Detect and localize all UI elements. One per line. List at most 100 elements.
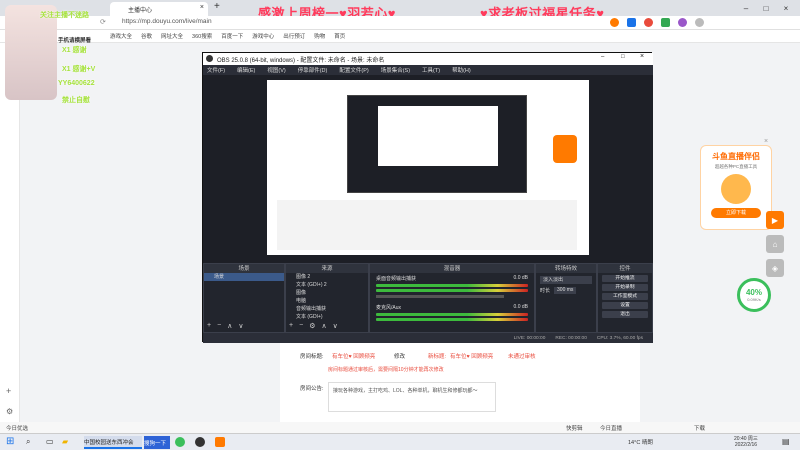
- windows-start-icon[interactable]: ⊞: [6, 436, 14, 447]
- menu-file[interactable]: 文件(F): [207, 66, 225, 74]
- bookmark-item[interactable]: 百度一下: [221, 32, 243, 40]
- bookmark-item[interactable]: 首页: [334, 32, 345, 40]
- menu-edit[interactable]: 编辑(E): [237, 66, 255, 74]
- statusbar-item[interactable]: 今日直播: [600, 424, 622, 432]
- menu-help[interactable]: 帮助(H): [452, 66, 471, 74]
- bookmark-item[interactable]: 购物: [314, 32, 325, 40]
- play-icon[interactable]: ▶: [766, 211, 784, 229]
- gear-icon[interactable]: ⚙: [309, 322, 315, 330]
- bookmark-item[interactable]: 360搜索: [192, 32, 212, 40]
- browser-tab[interactable]: 主播中心 ×: [110, 2, 208, 16]
- duration-label: 时长: [540, 288, 551, 294]
- statusbar-item[interactable]: 快剪辑: [566, 424, 583, 432]
- menu-scene-collection[interactable]: 场景集合(S): [381, 66, 410, 74]
- sources-header: 来源: [286, 264, 368, 273]
- menu-profile[interactable]: 配置文件(P): [339, 66, 368, 74]
- mixer-dock: 混音器 桌面音频输出捕获 0.0 dB 麦克风/Aux 0.0 dB: [369, 263, 535, 333]
- settings-button[interactable]: 设置: [602, 302, 648, 309]
- bookmark-item[interactable]: 谷歌: [141, 32, 152, 40]
- source-item[interactable]: 文本 (GDI+): [286, 313, 368, 321]
- source-item[interactable]: 图像 2: [286, 273, 368, 281]
- exit-button[interactable]: 退出: [602, 311, 648, 318]
- announce-label: 房间公告:: [300, 386, 324, 392]
- extension-icon[interactable]: [627, 18, 636, 27]
- statusbar-left[interactable]: 今日优选: [6, 424, 28, 432]
- down-arrow-icon[interactable]: ∨: [333, 322, 338, 330]
- room-title-label: 房间标题:: [300, 354, 324, 360]
- menu-tools[interactable]: 工具(T): [422, 66, 440, 74]
- task-view-icon[interactable]: ▭: [46, 437, 54, 446]
- up-arrow-icon[interactable]: ∧: [227, 322, 232, 330]
- app-icon[interactable]: [175, 437, 185, 447]
- download-button[interactable]: 立即下载: [711, 208, 761, 218]
- game-icon[interactable]: ◈: [766, 259, 784, 277]
- extension-icon[interactable]: [661, 18, 670, 27]
- extension-icon[interactable]: [644, 18, 653, 27]
- sources-dock: 来源 图像 2 文本 (GDI+) 2 图像 电脑 音频输出捕获 文本 (GDI…: [285, 263, 369, 333]
- statusbar-item[interactable]: 下载: [694, 424, 705, 432]
- transition-select[interactable]: 淡入淡出: [540, 276, 592, 284]
- remove-source-icon[interactable]: −: [299, 322, 303, 330]
- home-icon[interactable]: ⌂: [766, 235, 784, 253]
- folder-icon[interactable]: ▰: [62, 437, 68, 446]
- taskbar-app-label: 中国校园送东西冲会: [84, 439, 134, 446]
- start-recording-button[interactable]: 开始录制: [602, 284, 648, 291]
- bookmark-item[interactable]: 出行预订: [283, 32, 305, 40]
- rank-widget[interactable]: 斗鱼直播伴侣 超越各种PC直播工具 立即下载: [700, 145, 772, 230]
- obs-statusbar: LIVE: 00:00:00 REC: 00:00:00 CPU: 3.7%, …: [203, 333, 653, 343]
- search-icon[interactable]: ⌕: [26, 437, 30, 447]
- settings-icon[interactable]: ⚙: [6, 407, 13, 416]
- weather[interactable]: 14°C 晴朗: [628, 438, 653, 446]
- menu-view[interactable]: 视图(V): [267, 66, 285, 74]
- mixer-channel-db: 0.0 dB: [513, 304, 528, 310]
- notification-icon[interactable]: ▤: [782, 437, 790, 446]
- url-field[interactable]: https://mp.douyu.com/live/main: [122, 18, 212, 25]
- bookmark-item[interactable]: 游戏大全: [110, 32, 132, 40]
- clock-time: 20:40 周三: [734, 436, 758, 442]
- close-icon[interactable]: ×: [640, 53, 644, 60]
- taskbar-app[interactable]: 搜狗一下: [144, 436, 170, 449]
- start-streaming-button[interactable]: 开始推流: [602, 275, 648, 282]
- studio-mode-button[interactable]: 工作室模式: [602, 293, 648, 300]
- taskbar-app[interactable]: 中国校园送东西冲会: [84, 436, 142, 449]
- extension-icon[interactable]: [610, 18, 619, 27]
- obs-icon[interactable]: [195, 437, 205, 447]
- source-item[interactable]: 音频输出捕获: [286, 305, 368, 313]
- bookmark-item[interactable]: 游戏中心: [252, 32, 274, 40]
- mixer-header: 混音器: [370, 264, 534, 273]
- close-window-icon[interactable]: ×: [778, 0, 794, 16]
- nested-obs: [347, 95, 527, 193]
- reload-icon[interactable]: ⟳: [100, 18, 106, 26]
- edit-title-button[interactable]: 修改: [394, 352, 405, 360]
- new-tab-icon[interactable]: +: [214, 1, 220, 12]
- minimize-icon[interactable]: –: [738, 0, 754, 16]
- close-icon[interactable]: ×: [200, 4, 204, 11]
- close-icon[interactable]: ×: [764, 138, 768, 145]
- maximize-icon[interactable]: □: [758, 0, 774, 16]
- extension-icon[interactable]: [678, 18, 687, 27]
- mixer-channel-db: 0.0 dB: [513, 275, 528, 281]
- douyu-icon[interactable]: [215, 437, 225, 447]
- scene-item[interactable]: 场景: [204, 273, 284, 281]
- announce-textarea[interactable]: 接玩各种游戏，主打吃鸡、LOL、各种单机，聊机生和修都玩都～: [328, 382, 496, 412]
- remove-scene-icon[interactable]: −: [217, 322, 221, 330]
- menu-docks[interactable]: 停靠部件(D): [298, 66, 328, 74]
- source-item[interactable]: 文本 (GDI+) 2: [286, 281, 368, 289]
- add-icon[interactable]: +: [6, 386, 11, 396]
- windows-taskbar: ⊞ ⌕ ▭ ▰ 中国校园送东西冲会 搜狗一下 14°C 晴朗 20:40 周三 …: [0, 433, 800, 450]
- add-scene-icon[interactable]: +: [207, 322, 211, 330]
- audio-meter: [376, 313, 528, 316]
- bookmark-item[interactable]: 网址大全: [161, 32, 183, 40]
- maximize-icon[interactable]: □: [621, 54, 625, 60]
- minimize-icon[interactable]: –: [601, 54, 604, 60]
- overlay-text: 手机请横屏看: [58, 38, 92, 44]
- taskbar-app-label: 搜狗一下: [144, 440, 167, 447]
- source-item[interactable]: 图像: [286, 289, 368, 297]
- down-arrow-icon[interactable]: ∨: [238, 322, 243, 330]
- duration-field[interactable]: 300 ms: [554, 287, 577, 294]
- up-arrow-icon[interactable]: ∧: [321, 322, 326, 330]
- clock[interactable]: 20:40 周三 2022/2/16: [734, 435, 758, 448]
- source-item[interactable]: 电脑: [286, 297, 368, 305]
- profile-icon[interactable]: [695, 18, 704, 27]
- add-source-icon[interactable]: +: [289, 322, 293, 330]
